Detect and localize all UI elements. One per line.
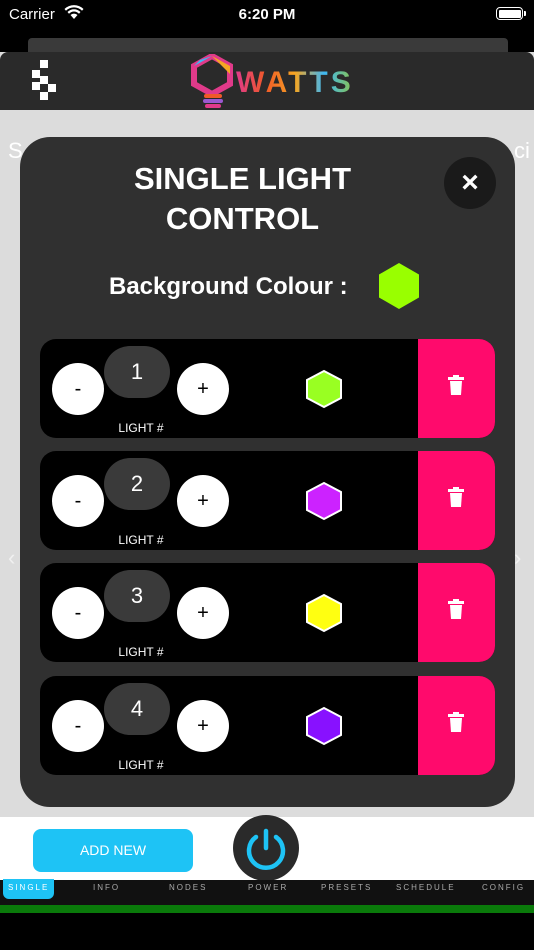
increment-button[interactable]: + (177, 475, 229, 527)
add-new-button[interactable]: ADD NEW (33, 829, 193, 872)
light-label: LIGHT # (118, 421, 164, 435)
light-colour-swatch[interactable] (305, 706, 343, 746)
background-colour-label: Background Colour : (109, 273, 348, 300)
trash-icon (448, 375, 464, 395)
light-number: 4 (104, 683, 170, 735)
decrement-button[interactable]: - (52, 363, 104, 415)
light-row: - 2 + LIGHT # (40, 451, 495, 550)
single-light-control-modal: SINGLE LIGHT CONTROL × Background Colour… (20, 137, 515, 807)
modal-title: SINGLE LIGHT CONTROL (20, 159, 465, 239)
tab-power[interactable]: POWER (248, 883, 288, 892)
trash-icon (448, 712, 464, 732)
light-row: - 4 + LIGHT # (40, 676, 495, 775)
light-row: - 3 + LIGHT # (40, 563, 495, 662)
light-number: 1 (104, 346, 170, 398)
battery-icon (496, 7, 523, 20)
logo-text-value: WATTS (236, 66, 354, 99)
light-colour-swatch[interactable] (305, 369, 343, 409)
tab-config[interactable]: CONFIG (482, 883, 525, 892)
decrement-button[interactable]: - (52, 475, 104, 527)
tab-nodes[interactable]: NODES (169, 883, 207, 892)
decrement-button[interactable]: - (52, 587, 104, 639)
trash-icon (448, 599, 464, 619)
bulb-logo-icon (191, 54, 233, 108)
prev-arrow-icon[interactable]: ‹ (8, 545, 15, 571)
logo: WATTS (188, 52, 351, 112)
light-label: LIGHT # (118, 758, 164, 772)
light-colour-swatch[interactable] (305, 593, 343, 633)
light-label: LIGHT # (118, 645, 164, 659)
light-number: 2 (104, 458, 170, 510)
increment-button[interactable]: + (177, 700, 229, 752)
tab-schedule[interactable]: SCHEDULE (396, 883, 456, 892)
delete-button[interactable] (418, 451, 495, 550)
next-arrow-icon[interactable]: › (514, 545, 521, 571)
trash-icon (448, 487, 464, 507)
tab-presets[interactable]: PRESETS (321, 883, 372, 892)
delete-button[interactable] (418, 339, 495, 438)
delete-button[interactable] (418, 563, 495, 662)
increment-button[interactable]: + (177, 363, 229, 415)
background-colour-hex (379, 263, 419, 309)
clock: 6:20 PM (238, 6, 296, 23)
power-button[interactable] (233, 815, 299, 881)
modal-title-line2: CONTROL (165, 201, 320, 236)
logo-text: WATTS (236, 66, 354, 100)
power-icon (246, 828, 286, 870)
battery-cap (524, 11, 526, 16)
light-number: 3 (104, 570, 170, 622)
modal-title-line1: SINGLE LIGHT (134, 161, 351, 196)
increment-button[interactable]: + (177, 587, 229, 639)
light-label: LIGHT # (118, 533, 164, 547)
background-text-right: ci (514, 138, 530, 163)
delete-button[interactable] (418, 676, 495, 775)
light-colour-swatch[interactable] (305, 481, 343, 521)
tab-single[interactable]: SINGLE (8, 883, 49, 892)
back-chevron-icon (32, 60, 56, 100)
bottom-inset (0, 913, 534, 950)
light-row: - 1 + LIGHT # (40, 339, 495, 438)
tab-info[interactable]: INFO (93, 883, 120, 892)
decrement-button[interactable]: - (52, 700, 104, 752)
green-strip (0, 905, 534, 913)
back-button[interactable] (30, 58, 56, 102)
status-bar: Carrier 6:20 PM (0, 0, 534, 30)
background-colour-swatch[interactable] (377, 261, 421, 311)
close-button[interactable]: × (444, 157, 496, 209)
